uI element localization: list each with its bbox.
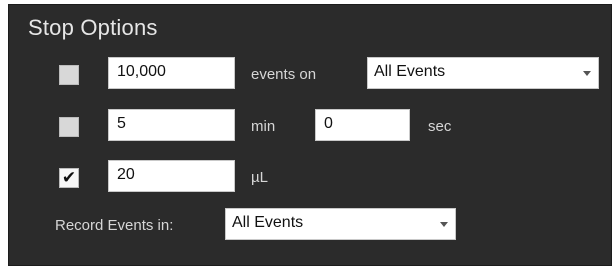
microliter-label: µL xyxy=(251,169,268,186)
stop-options-panel: Stop Options 10,000 events on All Events… xyxy=(8,4,612,266)
check-icon: ✔ xyxy=(61,168,77,188)
record-events-label: Record Events in: xyxy=(55,217,174,234)
min-label: min xyxy=(251,118,276,135)
events-count-input[interactable]: 10,000 xyxy=(108,57,235,89)
time-checkbox[interactable] xyxy=(59,117,79,137)
record-events-select[interactable]: All Events xyxy=(225,208,456,240)
events-gate-select-value: All Events xyxy=(374,63,446,80)
record-events-select-value: All Events xyxy=(232,214,304,231)
chevron-down-icon xyxy=(583,71,591,76)
events-gate-select[interactable]: All Events xyxy=(367,57,599,89)
events-checkbox[interactable] xyxy=(59,65,79,85)
minutes-input[interactable]: 5 xyxy=(108,109,235,141)
sec-label: sec xyxy=(428,118,452,135)
volume-checkbox[interactable]: ✔ xyxy=(59,168,79,188)
volume-input[interactable]: 20 xyxy=(108,160,235,192)
panel-title: Stop Options xyxy=(28,15,158,40)
seconds-input[interactable]: 0 xyxy=(315,109,410,141)
chevron-down-icon xyxy=(440,222,448,227)
events-on-label: events on xyxy=(251,66,317,83)
